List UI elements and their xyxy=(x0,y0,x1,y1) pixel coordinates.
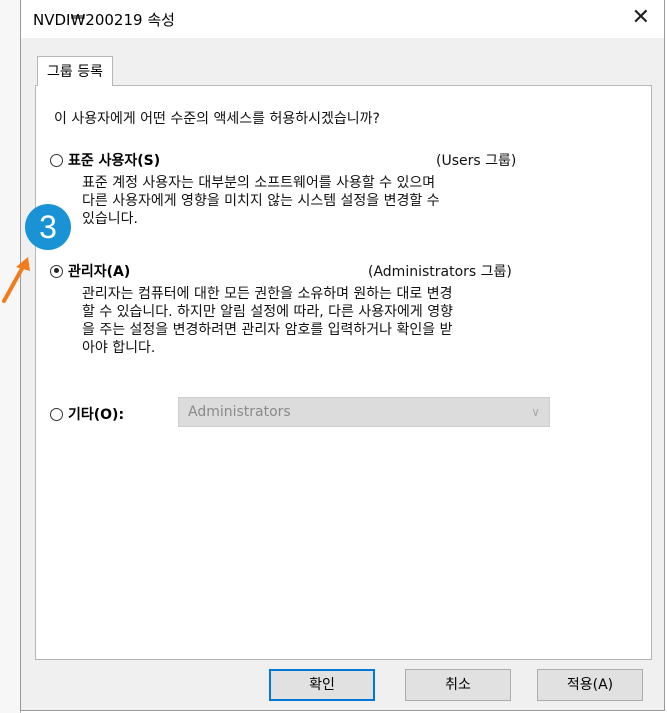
other-option[interactable]: 기타(O): xyxy=(50,404,124,424)
standard-user-radio[interactable] xyxy=(50,153,63,167)
standard-user-label[interactable]: 표준 사용자(S) xyxy=(68,150,160,170)
apply-button[interactable]: 적용(A) xyxy=(537,669,643,701)
users-group-label: (Users 그룹) xyxy=(436,153,517,169)
ok-button[interactable]: 확인 xyxy=(269,669,375,701)
administrator-radio[interactable] xyxy=(50,264,63,278)
standard-user-option[interactable]: 표준 사용자(S) xyxy=(50,150,160,170)
group-select[interactable]: Administrators ∨ xyxy=(178,397,550,427)
chevron-down-icon: ∨ xyxy=(531,405,540,419)
orange-arrow-icon xyxy=(2,257,30,303)
other-label[interactable]: 기타(O): xyxy=(68,404,124,424)
other-radio[interactable] xyxy=(50,407,63,421)
group-select-value: Administrators xyxy=(188,404,291,420)
administrators-group-label: (Administrators 그룹) xyxy=(368,264,512,280)
administrator-description: 관리자는 컴퓨터에 대한 모든 권한을 소유하며 원하는 대로 변경 할 수 있… xyxy=(82,286,453,356)
background-window-edge xyxy=(0,0,21,713)
administrator-label[interactable]: 관리자(A) xyxy=(68,261,130,281)
window-title: NVDI₩200219 속성 xyxy=(33,11,175,29)
step-number-badge: 3 xyxy=(25,204,71,250)
tab-group-membership[interactable]: 그룹 등록 xyxy=(37,56,113,86)
tab-panel: 이 사용자에게 어떤 수준의 액세스를 허용하시겠습니까? 표준 사용자(S) … xyxy=(35,85,652,660)
standard-user-description: 표준 계정 사용자는 대부분의 소프트웨어를 사용할 수 있으며 다른 사용자에… xyxy=(82,175,440,227)
cancel-button[interactable]: 취소 xyxy=(405,669,511,701)
properties-dialog: NVDI₩200219 속성 ✕ 그룹 등록 이 사용자에게 어떤 수준의 액세… xyxy=(20,0,665,711)
access-question: 이 사용자에게 어떤 수준의 액세스를 허용하시겠습니까? xyxy=(54,111,380,127)
close-icon[interactable]: ✕ xyxy=(632,5,650,31)
administrator-option[interactable]: 관리자(A) xyxy=(50,261,130,281)
title-bar: NVDI₩200219 속성 ✕ xyxy=(21,0,664,38)
